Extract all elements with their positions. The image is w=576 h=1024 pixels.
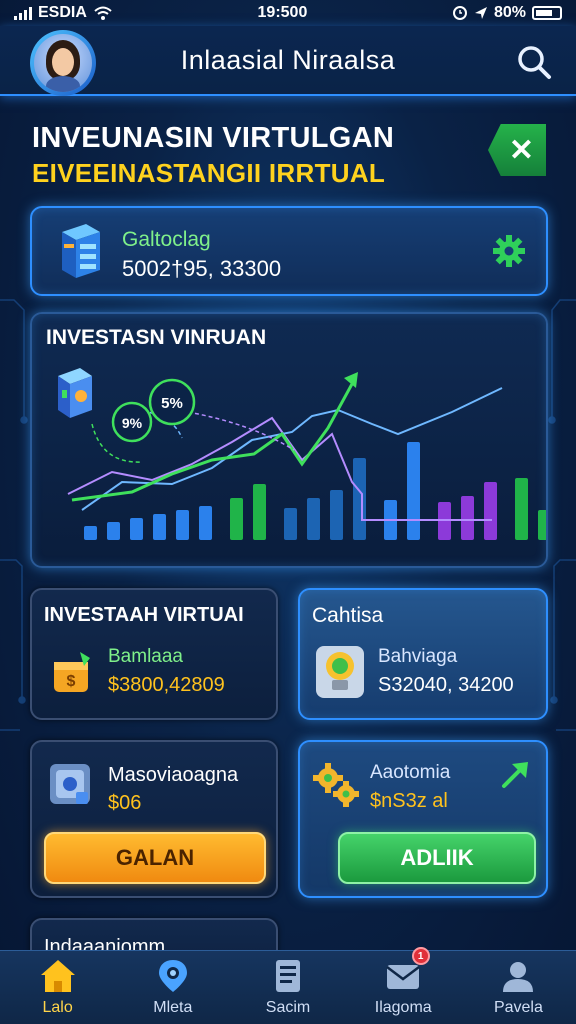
investment-chart: 5% 9% <box>58 368 546 540</box>
auto-card-label: Aaotomia <box>370 762 451 783</box>
chart-bar-2-0 <box>284 508 297 540</box>
server-stack-icon <box>62 224 100 278</box>
chart-bar-0-2 <box>130 518 143 540</box>
hero-subtitle: EIVEEINASTANGII IRRTUAL <box>32 158 386 188</box>
chart-bar-1-1 <box>253 484 266 540</box>
nav-label-home: Lalo <box>42 999 73 1016</box>
nav-item-pavela[interactable]: Pavela <box>461 951 576 1024</box>
gear-icon[interactable] <box>492 234 526 268</box>
chart-bar-0-0 <box>84 526 97 540</box>
balance-label: Galtoclag <box>122 228 211 251</box>
location-pin-icon <box>158 960 187 992</box>
investment-chart-card: 5% 9% INVESTASN VINRUAN <box>30 312 548 568</box>
wifi-icon <box>94 6 112 20</box>
alarm-icon <box>452 6 467 20</box>
invest-card-value: $3800,42809 <box>108 674 225 696</box>
chart-bar-1-0 <box>230 498 243 540</box>
svg-text:$: $ <box>67 673 76 690</box>
galan-button[interactable]: GALAN <box>44 832 266 884</box>
trend-line-green <box>71 383 354 502</box>
security-box-icon <box>50 764 90 804</box>
hero-title: INVEUNASIN VIRTULGAN <box>32 122 395 154</box>
profile-icon <box>503 962 534 992</box>
gears-icon <box>313 763 359 807</box>
chart-bar-2-1 <box>307 498 320 540</box>
nav-item-home[interactable]: Lalo <box>0 951 115 1024</box>
battery-icon <box>531 6 562 20</box>
cash-card-label: Bahviaga <box>378 646 458 667</box>
location-arrow-icon <box>474 7 487 19</box>
balance-value: 5002†95, 33300 <box>122 256 282 281</box>
data-cube-icon <box>58 368 92 418</box>
chart-bar-0-1 <box>107 522 120 540</box>
cash-card-title: Cahtisa <box>312 604 384 627</box>
percent-bubble-left: 9% <box>122 415 143 431</box>
adliik-button[interactable]: ADLIIK <box>338 832 536 884</box>
chart-title: INVESTASN VINRUAN <box>46 326 267 349</box>
page-title: Inlaasial Niraalsa <box>180 44 396 75</box>
chart-bar-3-1 <box>407 442 420 540</box>
nav-label-pavela: Pavela <box>493 999 543 1016</box>
status-bar: ESDIA 19:500 80% <box>0 0 576 26</box>
nav-label-ilagoma: Ilagoma <box>374 999 432 1016</box>
avatar <box>34 34 92 92</box>
close-button[interactable]: ✕ <box>488 124 546 176</box>
balance-card[interactable]: Galtoclag 5002†95, 33300 <box>30 206 548 296</box>
close-icon: ✕ <box>508 133 534 167</box>
chart-bar-2-2 <box>330 490 343 540</box>
lightbulb-icon <box>316 646 364 698</box>
app-header: Inlaasial Niraalsa <box>0 26 576 96</box>
battery-percent: 80% <box>493 4 526 21</box>
signal-icon <box>14 6 32 20</box>
monitor-card-label: Masoviaoagna <box>108 764 239 786</box>
search-icon[interactable] <box>514 42 554 82</box>
status-left: ESDIA <box>14 4 113 22</box>
document-icon <box>276 960 300 992</box>
monitor-card-value: $06 <box>108 792 142 814</box>
trend-up-arrow-icon <box>502 762 528 788</box>
chart-bar-0-3 <box>153 514 166 540</box>
money-bag-icon: $ <box>54 652 90 692</box>
nav-label-mleta: Mleta <box>153 999 193 1016</box>
nav-label-sacim: Sacim <box>265 999 311 1016</box>
clock: 19:500 <box>257 4 308 21</box>
chart-bar-4-1 <box>461 496 474 540</box>
cash-card-value: S32040, 34200 <box>378 674 514 696</box>
status-right: 80% <box>452 4 562 22</box>
bottom-nav: Lalo Mleta Sacim 1 Ilagoma Pavela <box>0 947 576 1024</box>
chart-bar-2-3 <box>353 458 366 540</box>
notification-badge: 1 <box>411 947 430 965</box>
monitor-card: Masoviaoagna $06 GALAN <box>30 740 278 898</box>
avatar-button[interactable] <box>30 30 96 96</box>
invest-card[interactable]: INVESTAAH VIRTUAI $ Bamlaaa $3800,42809 <box>30 588 278 720</box>
nav-item-mleta[interactable]: Mleta <box>115 951 230 1024</box>
chart-bar-5-0 <box>515 478 528 540</box>
nav-item-sacim[interactable]: Sacim <box>230 951 345 1024</box>
invest-card-label: Bamlaaa <box>108 646 183 667</box>
chart-bar-5-1 <box>538 510 546 540</box>
cash-card[interactable]: Cahtisa Bahviaga S32040, 34200 <box>298 588 548 720</box>
home-icon <box>40 960 75 992</box>
chart-bar-0-4 <box>176 510 189 540</box>
auto-card: Aaotomia $nS3z al ADLIIK <box>298 740 548 898</box>
chart-bar-0-5 <box>199 506 212 540</box>
percent-bubble-top: 5% <box>161 395 183 412</box>
auto-card-value: $nS3z al <box>370 790 448 812</box>
nav-item-ilagoma[interactable]: 1 Ilagoma <box>346 947 461 1024</box>
chart-bar-4-2 <box>484 482 497 540</box>
carrier-label: ESDIA <box>38 4 87 21</box>
invest-card-title: INVESTAAH VIRTUAI <box>44 604 244 626</box>
